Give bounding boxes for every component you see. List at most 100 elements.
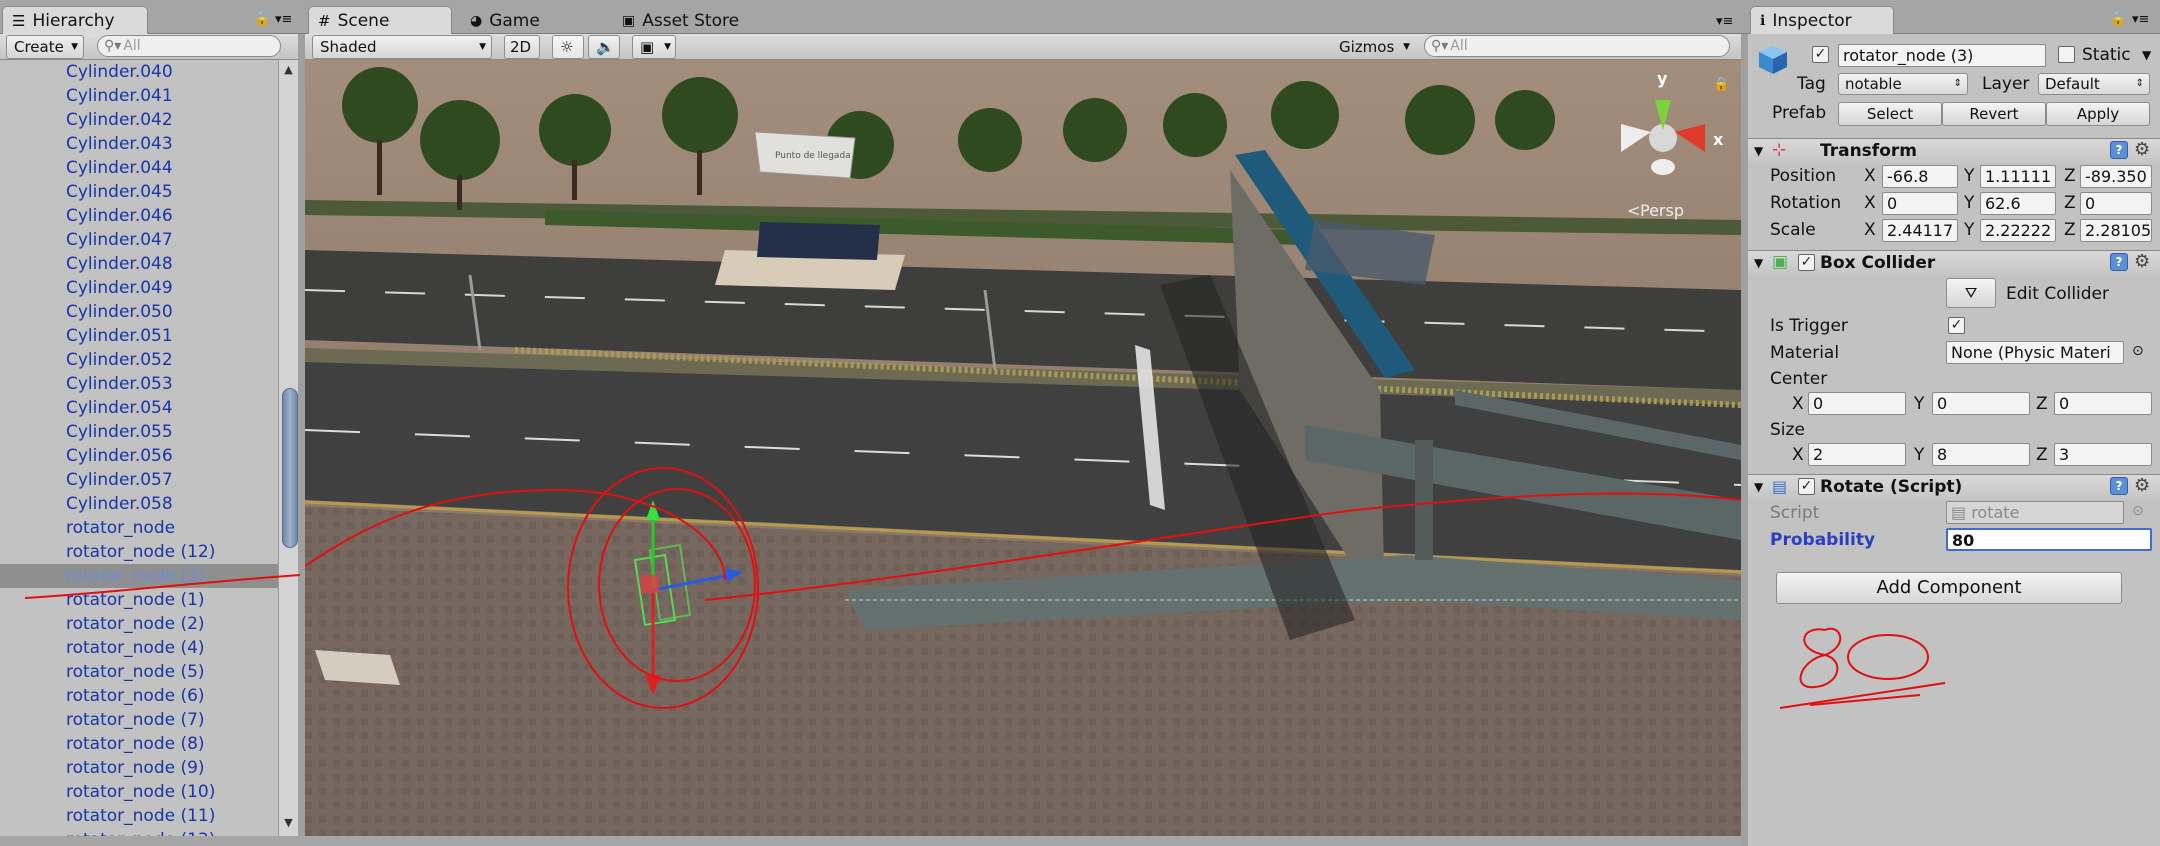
position-x-field[interactable]: -66.8 [1882,165,1958,188]
help-book-icon[interactable]: ? [2110,253,2128,271]
rotation-z-field[interactable]: 0 [2080,192,2152,215]
foldout-arrow-icon[interactable]: ▼ [1754,256,1763,270]
create-dropdown[interactable]: Create ▼ [6,35,84,59]
scroll-up-icon[interactable]: ▲ [279,63,298,76]
scrollbar-thumb[interactable] [282,388,298,548]
lock-icon[interactable]: 🔒 [254,12,270,27]
hierarchy-item[interactable]: rotator_node (8) [0,732,278,756]
tab-asset-store[interactable]: ▣ Asset Store [612,6,792,34]
prefab-apply-button[interactable]: Apply [2046,102,2150,126]
hierarchy-item[interactable]: rotator_node (5) [0,660,278,684]
hierarchy-item[interactable]: Cylinder.047 [0,228,278,252]
scale-z-field[interactable]: 2.28105 [2080,219,2152,242]
lighting-toggle-button[interactable]: ☼ [552,35,584,59]
foldout-arrow-icon[interactable]: ▼ [1754,480,1763,494]
position-y-field[interactable]: 1.11111 [1980,165,2056,188]
inspector-lock-icon[interactable]: 🔒 [2110,12,2126,27]
rotation-y-field[interactable]: 62.6 [1980,192,2056,215]
rotation-x-field[interactable]: 0 [1882,192,1958,215]
hierarchy-item[interactable]: Cylinder.052 [0,348,278,372]
center-y-field[interactable]: 0 [1932,392,2030,415]
add-component-button[interactable]: Add Component [1776,572,2122,604]
hierarchy-item[interactable]: Cylinder.040 [0,60,278,84]
toggle-2d-button[interactable]: 2D [504,35,540,59]
shading-mode-dropdown[interactable]: Shaded ▼ [312,35,492,59]
tab-game[interactable]: ◕ Game [460,6,580,34]
foldout-arrow-icon[interactable]: ▼ [1754,144,1763,158]
tab-scene[interactable]: # Scene [308,6,452,34]
scale-x-field[interactable]: 2.44117 [1882,219,1958,242]
hierarchy-item[interactable]: Cylinder.043 [0,132,278,156]
tab-inspector[interactable]: ℹ Inspector [1750,6,1894,34]
help-book-icon[interactable]: ? [2110,141,2128,159]
scene-viewport[interactable]: Punto de llegada y x 🔒 < Persp [305,60,1741,836]
object-picker-icon[interactable]: ⊙ [2132,343,2144,359]
scroll-down-icon[interactable]: ▼ [279,816,298,829]
hierarchy-item[interactable]: Cylinder.042 [0,108,278,132]
hierarchy-item[interactable]: rotator_node (12) [0,540,278,564]
hierarchy-item[interactable]: rotator_node (10) [0,780,278,804]
hierarchy-item[interactable]: Cylinder.053 [0,372,278,396]
scale-y-field[interactable]: 2.22222 [1980,219,2056,242]
probability-field[interactable]: 80 [1946,528,2152,551]
hierarchy-item[interactable]: Cylinder.045 [0,180,278,204]
static-checkbox[interactable] [2058,46,2075,63]
hierarchy-item[interactable]: Cylinder.054 [0,396,278,420]
hierarchy-item[interactable]: rotator_node (9) [0,756,278,780]
prefab-revert-button[interactable]: Revert [1942,102,2046,126]
chevron-down-icon[interactable]: ▼ [2142,48,2151,62]
audio-toggle-button[interactable]: 🔈 [588,35,620,59]
object-name-field[interactable]: rotator_node (3) [1838,44,2046,67]
material-field[interactable]: None (Physic Materi [1946,341,2124,364]
hierarchy-item[interactable]: Cylinder.057 [0,468,278,492]
scene-search-input[interactable]: ⚲▾ All [1424,35,1730,57]
tab-hierarchy[interactable]: ☰ Hierarchy [2,6,148,34]
hierarchy-item[interactable]: Cylinder.051 [0,324,278,348]
position-z-field[interactable]: -89.350 [2080,165,2152,188]
hierarchy-scrollbar[interactable]: ▲ ▼ [278,60,298,838]
prefab-select-button[interactable]: Select [1838,102,1942,126]
gizmos-dropdown[interactable]: Gizmos ▼ [1332,35,1412,59]
gear-icon[interactable]: ⚙ [2134,475,2150,496]
panel-menu-icon[interactable]: ▾≡ [275,12,292,27]
scene-lock-icon[interactable]: 🔒 [1713,77,1729,92]
inspector-divider[interactable] [1741,34,1748,846]
size-z-field[interactable]: 3 [2054,443,2152,466]
center-z-field[interactable]: 0 [2054,392,2152,415]
box-collider-enabled-checkbox[interactable]: ✓ [1798,254,1815,271]
tag-dropdown[interactable]: notable ⇕ [1838,73,1968,95]
hierarchy-item[interactable]: Cylinder.050 [0,300,278,324]
is-trigger-checkbox[interactable]: ✓ [1948,317,1965,334]
gear-icon[interactable]: ⚙ [2134,251,2150,272]
hierarchy-item[interactable]: rotator_node (4) [0,636,278,660]
layer-dropdown[interactable]: Default ⇕ [2038,73,2150,95]
edit-collider-button[interactable]: ⛛ [1946,278,1996,308]
hierarchy-item[interactable]: Cylinder.041 [0,84,278,108]
hierarchy-item[interactable]: rotator_node (2) [0,612,278,636]
hierarchy-item[interactable]: Cylinder.048 [0,252,278,276]
hierarchy-item[interactable]: Cylinder.044 [0,156,278,180]
hierarchy-item[interactable]: rotator_node [0,516,278,540]
inspector-menu-icon[interactable]: ▾≡ [2132,12,2149,27]
size-y-field[interactable]: 8 [1932,443,2030,466]
gear-icon[interactable]: ⚙ [2134,139,2150,160]
scene-panel-menu-icon[interactable]: ▾≡ [1716,14,1733,29]
hierarchy-search-input[interactable]: ⚲▾ All [97,35,281,57]
transform-header[interactable] [1748,138,2160,164]
hierarchy-item[interactable]: Cylinder.049 [0,276,278,300]
size-x-field[interactable]: 2 [1808,443,1906,466]
hierarchy-item[interactable]: Cylinder.056 [0,444,278,468]
hierarchy-item[interactable]: rotator_node (7) [0,708,278,732]
hierarchy-item[interactable]: Cylinder.055 [0,420,278,444]
help-book-icon[interactable]: ? [2110,477,2128,495]
hierarchy-item[interactable]: rotator_node (6) [0,684,278,708]
rotate-script-enabled-checkbox[interactable]: ✓ [1798,478,1815,495]
object-active-checkbox[interactable]: ✓ [1812,46,1829,63]
panel-divider[interactable] [298,34,305,846]
effects-dropdown[interactable]: ▣ ▼ [632,35,676,59]
hierarchy-item[interactable]: rotator_node (11) [0,804,278,828]
center-x-field[interactable]: 0 [1808,392,1906,415]
persp-label[interactable]: Persp [1640,201,1684,220]
hierarchy-item[interactable]: Cylinder.058 [0,492,278,516]
hierarchy-item[interactable]: Cylinder.046 [0,204,278,228]
